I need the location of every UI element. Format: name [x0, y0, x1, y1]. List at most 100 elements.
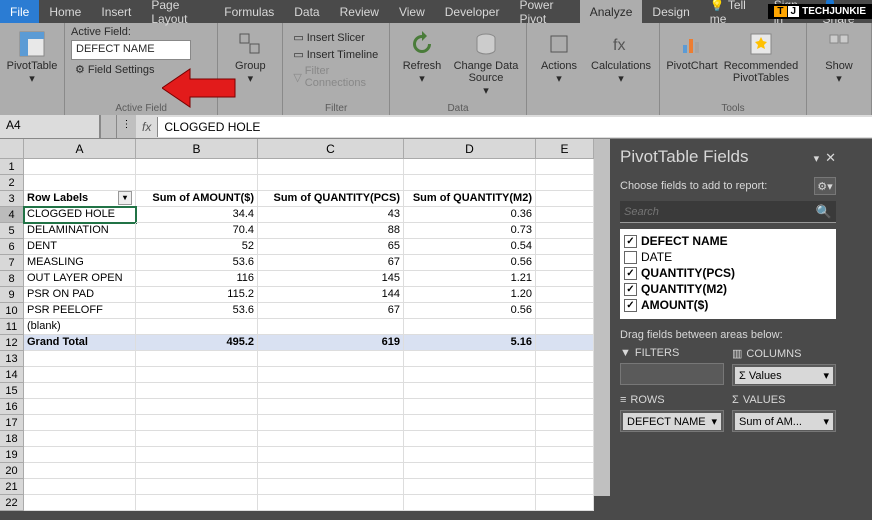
col-header-C[interactable]: C [258, 139, 404, 159]
cell[interactable]: 1.20 [404, 287, 536, 303]
gear-icon[interactable]: ⚙▾ [814, 177, 836, 195]
cell[interactable] [136, 383, 258, 399]
active-field-input[interactable]: DEFECT NAME [71, 40, 191, 60]
pane-dropdown-icon[interactable]: ▾ [814, 153, 820, 165]
cell[interactable]: 116 [136, 271, 258, 287]
cell[interactable] [404, 447, 536, 463]
search-input[interactable] [624, 206, 816, 218]
cell[interactable]: DENT [24, 239, 136, 255]
cell[interactable]: 144 [258, 287, 404, 303]
field-list[interactable]: ✓DEFECT NAMEDATE✓QUANTITY(PCS)✓QUANTITY(… [620, 229, 836, 319]
cell[interactable] [536, 415, 594, 431]
menu-developer[interactable]: Developer [435, 0, 510, 23]
row-header[interactable]: 16 [0, 399, 24, 415]
row-header[interactable]: 2 [0, 175, 24, 191]
cell[interactable] [258, 175, 404, 191]
field-search[interactable]: 🔍 [620, 201, 836, 223]
field-item[interactable]: ✓QUANTITY(M2) [624, 281, 832, 297]
cell[interactable]: Grand Total [24, 335, 136, 351]
cell[interactable] [136, 415, 258, 431]
cell[interactable] [404, 399, 536, 415]
columns-chip[interactable]: Σ Values▾ [735, 367, 833, 384]
calculations-button[interactable]: fx Calculations▾ [589, 26, 653, 114]
row-header[interactable]: 19 [0, 447, 24, 463]
cell[interactable] [404, 415, 536, 431]
cell[interactable]: 5.16 [404, 335, 536, 351]
menu-file[interactable]: File [0, 0, 39, 23]
cell[interactable] [404, 495, 536, 511]
row-header[interactable]: 13 [0, 351, 24, 367]
recommended-pivottables-button[interactable]: Recommended PivotTables [722, 26, 800, 103]
rows-area[interactable]: DEFECT NAME▾ [620, 410, 724, 432]
menu-review[interactable]: Review [330, 0, 389, 23]
menu-home[interactable]: Home [39, 0, 91, 23]
row-header[interactable]: 12 [0, 335, 24, 351]
cell[interactable] [404, 383, 536, 399]
checkbox[interactable]: ✓ [624, 235, 637, 248]
row-header[interactable]: 14 [0, 367, 24, 383]
field-item[interactable]: ✓AMOUNT($) [624, 297, 832, 313]
cell[interactable] [24, 431, 136, 447]
cell[interactable]: 1.21 [404, 271, 536, 287]
cell[interactable] [536, 447, 594, 463]
filters-area[interactable] [620, 363, 724, 385]
cell[interactable] [24, 399, 136, 415]
cell[interactable] [536, 303, 594, 319]
row-header[interactable]: 22 [0, 495, 24, 511]
cell[interactable] [258, 431, 404, 447]
row-header[interactable]: 15 [0, 383, 24, 399]
cell[interactable] [258, 415, 404, 431]
row-header[interactable]: 20 [0, 463, 24, 479]
row-header[interactable]: 5 [0, 223, 24, 239]
cell[interactable] [136, 319, 258, 335]
cell[interactable]: 70.4 [136, 223, 258, 239]
values-chip[interactable]: Sum of AM...▾ [735, 413, 833, 430]
cell[interactable] [136, 175, 258, 191]
vertical-scrollbar[interactable] [594, 139, 610, 496]
menu-page-layout[interactable]: Page Layout [141, 0, 214, 23]
row-header[interactable]: 4 [0, 207, 24, 223]
fx-button[interactable]: fx [136, 120, 157, 134]
pivottable-button[interactable]: PivotTable▾ [6, 26, 58, 114]
menu-insert[interactable]: Insert [91, 0, 141, 23]
cell[interactable] [258, 159, 404, 175]
cell[interactable] [536, 383, 594, 399]
field-item[interactable]: DATE [624, 249, 832, 265]
cell[interactable] [258, 383, 404, 399]
cell[interactable]: MEASLING [24, 255, 136, 271]
menu-analyze[interactable]: Analyze [580, 0, 643, 23]
cell[interactable] [258, 399, 404, 415]
columns-area[interactable]: Σ Values▾ [732, 364, 836, 386]
cell[interactable]: 495.2 [136, 335, 258, 351]
cell[interactable] [536, 479, 594, 495]
cell[interactable] [24, 479, 136, 495]
cell[interactable] [536, 287, 594, 303]
row-header[interactable]: 3 [0, 191, 24, 207]
cell[interactable] [536, 271, 594, 287]
cell[interactable] [536, 495, 594, 511]
cell[interactable] [404, 431, 536, 447]
cell[interactable] [404, 319, 536, 335]
cell[interactable]: PSR PEELOFF [24, 303, 136, 319]
cell[interactable] [24, 175, 136, 191]
row-header[interactable]: 9 [0, 287, 24, 303]
col-header-B[interactable]: B [136, 139, 258, 159]
cell[interactable]: 88 [258, 223, 404, 239]
cell[interactable]: DELAMINATION [24, 223, 136, 239]
cell[interactable]: 34.4 [136, 207, 258, 223]
cell[interactable]: OUT LAYER OPEN [24, 271, 136, 287]
row-header[interactable]: 8 [0, 271, 24, 287]
menu-data[interactable]: Data [284, 0, 329, 23]
row-header[interactable]: 21 [0, 479, 24, 495]
cell[interactable] [536, 191, 594, 207]
cell[interactable]: Sum of AMOUNT($) [136, 191, 258, 207]
field-item[interactable]: ✓QUANTITY(PCS) [624, 265, 832, 281]
cell[interactable]: 65 [258, 239, 404, 255]
checkbox[interactable]: ✓ [624, 283, 637, 296]
checkbox[interactable]: ✓ [624, 267, 637, 280]
menu-design[interactable]: Design [642, 0, 699, 23]
cell[interactable]: 0.36 [404, 207, 536, 223]
cell[interactable]: 115.2 [136, 287, 258, 303]
insert-timeline-button[interactable]: ▭Insert Timeline [289, 47, 383, 62]
cell[interactable] [258, 319, 404, 335]
